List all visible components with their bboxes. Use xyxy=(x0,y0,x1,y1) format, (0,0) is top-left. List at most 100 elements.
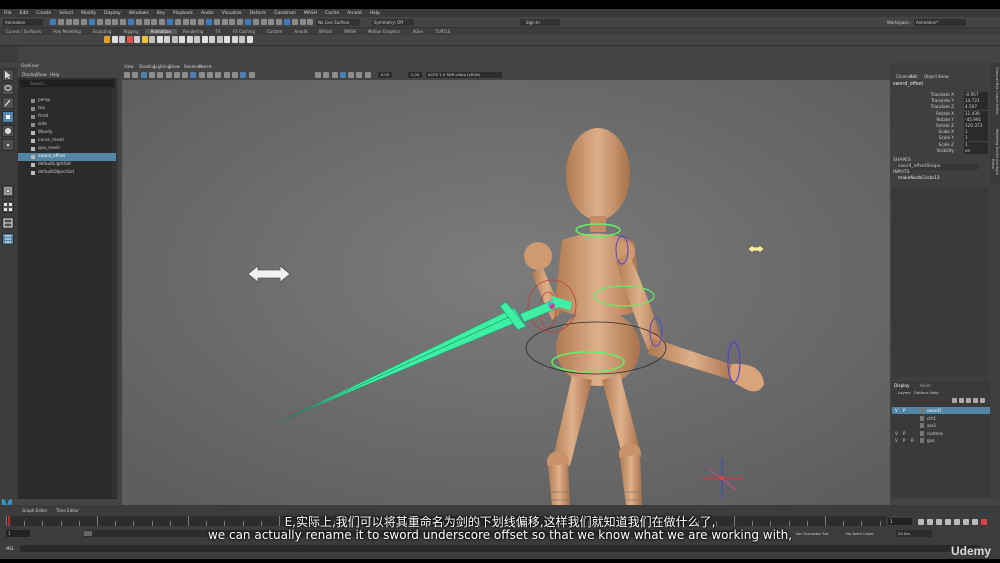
shelf-tab-rigging[interactable]: Rigging xyxy=(117,29,144,34)
layer-row-ass1[interactable]: ass1 xyxy=(892,422,990,429)
paint-select-icon[interactable] xyxy=(2,97,14,109)
channel-row-scale-x[interactable]: Scale X 1 xyxy=(890,129,990,136)
viewport-tool-icon[interactable] xyxy=(148,72,155,78)
outliner-item-top[interactable]: top xyxy=(18,105,116,113)
channel-value[interactable]: 1 xyxy=(964,141,988,148)
outliner-item-side[interactable]: side xyxy=(18,121,116,129)
viewport-tool-icon[interactable] xyxy=(231,72,238,78)
viewport-tool-icon[interactable] xyxy=(173,72,180,78)
status-tool-icon[interactable] xyxy=(291,19,298,25)
menu-mash[interactable]: MASH xyxy=(300,11,321,16)
shelf-tool-icon[interactable] xyxy=(224,36,230,43)
viewport-tool-icon[interactable] xyxy=(190,72,197,78)
shelf-tool-icon[interactable] xyxy=(119,36,125,43)
layer-visibility-toggle[interactable]: V xyxy=(895,437,898,444)
shelf-tab-sculpting[interactable]: Sculpting xyxy=(87,29,118,34)
menu-deform[interactable]: Deform xyxy=(246,11,271,16)
channel-row-scale-z[interactable]: Scale Z 1 xyxy=(890,141,990,148)
status-tool-icon[interactable] xyxy=(229,19,236,25)
side-tab-channel-box[interactable]: Channel Box / Layer Editor xyxy=(991,67,999,127)
status-tool-icon[interactable] xyxy=(307,19,314,25)
viewport-tool-icon[interactable] xyxy=(314,72,321,78)
status-tool-icon[interactable] xyxy=(237,19,244,25)
shelf-tool-icon[interactable] xyxy=(246,36,253,43)
viewport-menu-view[interactable]: View xyxy=(124,63,134,70)
status-tool-icon[interactable] xyxy=(190,19,197,25)
layer-menu-help[interactable]: Help xyxy=(930,390,939,395)
viewport-tool-icon[interactable] xyxy=(240,72,247,78)
viewport-menu-shading[interactable]: Shading xyxy=(139,63,155,70)
status-tool-icon[interactable] xyxy=(159,19,166,25)
shelf-tool-icon[interactable] xyxy=(164,36,170,43)
menu-playback[interactable]: Playback xyxy=(169,11,197,16)
status-tool-icon[interactable] xyxy=(73,19,80,25)
status-tool-icon[interactable] xyxy=(174,19,181,25)
side-tab-modeling-toolkit[interactable]: Modeling Toolkit xyxy=(991,129,999,159)
command-line-field[interactable] xyxy=(20,545,980,552)
menu-audio[interactable]: Audio xyxy=(197,11,218,16)
colorspace-dropdown[interactable]: ACES 1.0 SDR-video (sRGB) xyxy=(426,72,502,78)
channel-row-scale-y[interactable]: Scale Y 1 xyxy=(890,135,990,142)
channel-value[interactable]: 14.721 xyxy=(964,98,988,105)
channel-value[interactable]: 11.439 xyxy=(964,110,988,117)
status-tool-icon[interactable] xyxy=(260,19,267,25)
viewport-tool-icon[interactable] xyxy=(165,72,172,78)
status-tool-icon[interactable] xyxy=(151,19,158,25)
layer-playback-toggle[interactable]: P xyxy=(903,407,905,414)
viewport-menu-show[interactable]: Show xyxy=(169,63,180,70)
shelf-tab-turtle[interactable]: TURTLE xyxy=(429,29,456,34)
channel-value[interactable]: 1 xyxy=(964,129,988,136)
viewport-menu-lighting[interactable]: Lighting xyxy=(154,63,170,70)
outliner-item-curve-mesh[interactable]: curve_mesh xyxy=(18,137,116,145)
status-tool-icon[interactable] xyxy=(112,19,119,25)
channel-row-rotate-z[interactable]: Rotate Z 120.373 xyxy=(890,123,990,129)
outliner-layout-icon[interactable] xyxy=(2,233,14,245)
viewport-tool-icon[interactable] xyxy=(364,72,371,78)
status-tool-icon[interactable] xyxy=(182,19,189,25)
viewport-tool-icon[interactable] xyxy=(124,72,130,78)
select-tool-icon[interactable] xyxy=(2,69,14,81)
layer-tab-display[interactable]: Display xyxy=(894,383,914,389)
shelf-tab-xgen[interactable]: XGen xyxy=(406,29,429,34)
viewport-tool-icon[interactable] xyxy=(157,72,164,78)
outliner-item-quo-mesh[interactable]: quo_mesh xyxy=(18,145,116,153)
status-tool-icon[interactable] xyxy=(50,19,56,25)
shelf-tab-fx[interactable]: FX xyxy=(209,29,226,34)
outliner-item-persp[interactable]: persp xyxy=(18,97,116,105)
workspace-dropdown[interactable]: Animation* xyxy=(914,19,966,26)
input-node-name[interactable]: makeNurbCircle13 xyxy=(898,176,978,182)
menu-cache[interactable]: Cache xyxy=(321,11,343,16)
status-tool-icon[interactable] xyxy=(245,19,251,25)
outliner-item-defaultlightset[interactable]: defaultLightSet xyxy=(18,161,116,169)
layer-playback-toggle[interactable]: P xyxy=(903,437,905,444)
status-tool-icon[interactable] xyxy=(213,19,220,25)
shelf-tool-icon[interactable] xyxy=(134,36,140,43)
outliner-item-defaultobjectset[interactable]: defaultObjectSet xyxy=(18,169,116,177)
layer-menu-layers[interactable]: Layers xyxy=(898,390,911,395)
channel-menu-object[interactable]: Object xyxy=(924,73,937,81)
status-tool-icon[interactable] xyxy=(81,19,88,25)
viewport-tool-icon[interactable] xyxy=(356,72,363,78)
shelf-tool-icon[interactable] xyxy=(111,36,118,43)
perspective-viewport[interactable] xyxy=(122,80,890,506)
channel-value[interactable]: -0.957 xyxy=(964,92,988,98)
menu-create[interactable]: Create xyxy=(32,11,55,16)
channel-row-rotate-x[interactable]: Rotate X 11.439 xyxy=(890,110,990,117)
channel-value[interactable]: 4.597 xyxy=(964,104,988,111)
outliner-menu-show[interactable]: Show xyxy=(36,71,47,78)
viewport-tool-icon[interactable] xyxy=(132,72,139,78)
viewport-tool-icon[interactable] xyxy=(140,72,147,78)
shelf-tool-icon[interactable] xyxy=(126,36,133,43)
status-tool-icon[interactable] xyxy=(198,19,205,25)
shelf-tool-icon[interactable] xyxy=(231,36,238,43)
status-tool-icon[interactable] xyxy=(276,19,283,25)
layer-row-ctrl1[interactable]: ctrl1 xyxy=(892,415,990,422)
layer-visibility-toggle[interactable]: V xyxy=(895,430,898,437)
status-tool-icon[interactable] xyxy=(135,19,142,25)
channel-value[interactable]: -45.991 xyxy=(964,116,988,123)
shelf-tool-icon[interactable] xyxy=(239,36,245,43)
status-tool-icon[interactable] xyxy=(89,19,95,25)
symmetry-dropdown[interactable]: Symmetry: Off xyxy=(372,19,414,26)
layer-tool-icon[interactable] xyxy=(959,398,964,403)
layer-tab-anim[interactable]: Anim xyxy=(920,383,940,389)
